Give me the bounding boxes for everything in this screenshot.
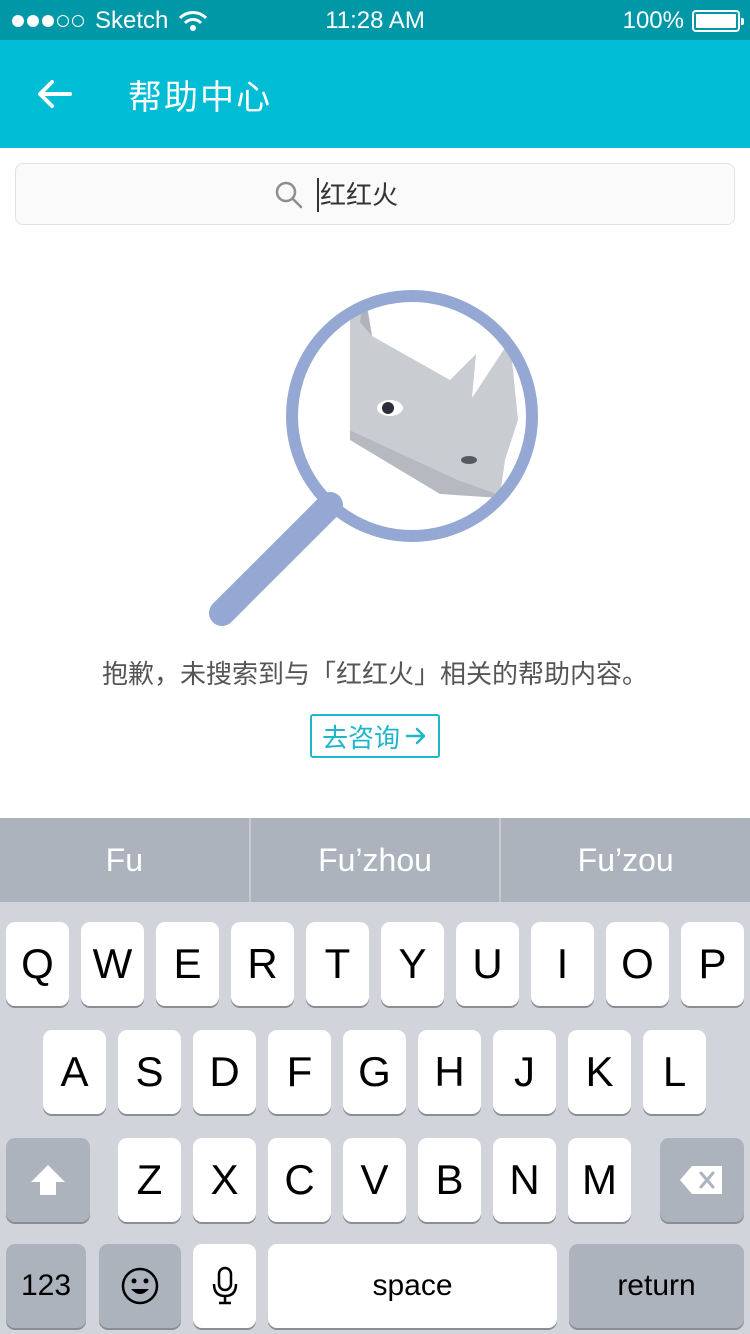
back-arrow-icon[interactable]	[30, 74, 80, 114]
key-v[interactable]: V	[343, 1138, 406, 1222]
key-c[interactable]: C	[268, 1138, 331, 1222]
microphone-icon	[212, 1266, 237, 1305]
no-result-message: 抱歉，未搜索到与「红红火」相关的帮助内容。	[101, 659, 648, 689]
battery-icon	[692, 10, 744, 32]
microphone-key[interactable]	[193, 1244, 256, 1328]
status-right: 100%	[622, 7, 744, 35]
key-r[interactable]: R	[231, 922, 294, 1006]
suggestion-item[interactable]: Fu	[0, 818, 251, 902]
emoji-key[interactable]	[99, 1244, 181, 1328]
key-l[interactable]: L	[643, 1030, 706, 1114]
text-cursor	[317, 178, 319, 212]
battery-percent: 100%	[622, 7, 684, 34]
key-q[interactable]: Q	[6, 922, 69, 1006]
key-n[interactable]: N	[493, 1138, 556, 1222]
shift-icon	[31, 1165, 65, 1195]
key-a[interactable]: A	[43, 1030, 106, 1114]
page-title: 帮助中心	[128, 79, 272, 117]
space-key[interactable]: space	[268, 1244, 557, 1328]
key-g[interactable]: G	[343, 1030, 406, 1114]
arrow-right-icon	[405, 727, 426, 745]
shift-key[interactable]	[6, 1138, 90, 1222]
key-y[interactable]: Y	[381, 922, 444, 1006]
search-input[interactable]: 红红火	[15, 163, 735, 225]
key-z[interactable]: Z	[118, 1138, 181, 1222]
return-key[interactable]: return	[569, 1244, 744, 1328]
delete-key[interactable]	[660, 1138, 744, 1222]
key-j[interactable]: J	[493, 1030, 556, 1114]
backspace-icon	[680, 1166, 722, 1194]
key-o[interactable]: O	[606, 922, 669, 1006]
suggestion-bar: Fu Fu’zhou Fu’zou	[0, 818, 750, 902]
search-query: 红红火	[320, 180, 399, 210]
key-e[interactable]: E	[156, 922, 219, 1006]
key-t[interactable]: T	[306, 922, 369, 1006]
key-f[interactable]: F	[268, 1030, 331, 1114]
key-i[interactable]: I	[531, 922, 594, 1006]
key-u[interactable]: U	[456, 922, 519, 1006]
key-m[interactable]: M	[568, 1138, 631, 1222]
key-b[interactable]: B	[418, 1138, 481, 1222]
key-p[interactable]: P	[681, 922, 744, 1006]
nav-bar: 帮助中心	[0, 40, 750, 148]
no-result-illustration	[209, 290, 538, 626]
suggestion-item[interactable]: Fu’zhou	[251, 818, 502, 902]
consult-label: 去咨询	[321, 722, 400, 753]
suggestion-item[interactable]: Fu’zou	[501, 818, 750, 902]
consult-button[interactable]: 去咨询	[310, 714, 440, 758]
key-w[interactable]: W	[81, 922, 144, 1006]
key-h[interactable]: H	[418, 1030, 481, 1114]
emoji-icon	[121, 1267, 159, 1305]
key-s[interactable]: S	[118, 1030, 181, 1114]
key-k[interactable]: K	[568, 1030, 631, 1114]
search-icon	[275, 181, 303, 209]
keyboard: Fu Fu’zhou Fu’zou Q W E R T Y U I O P A …	[0, 818, 750, 1334]
numbers-key[interactable]: 123	[6, 1244, 86, 1328]
key-d[interactable]: D	[193, 1030, 256, 1114]
status-bar: Sketch 11:28 AM 100%	[0, 0, 750, 40]
key-x[interactable]: X	[193, 1138, 256, 1222]
